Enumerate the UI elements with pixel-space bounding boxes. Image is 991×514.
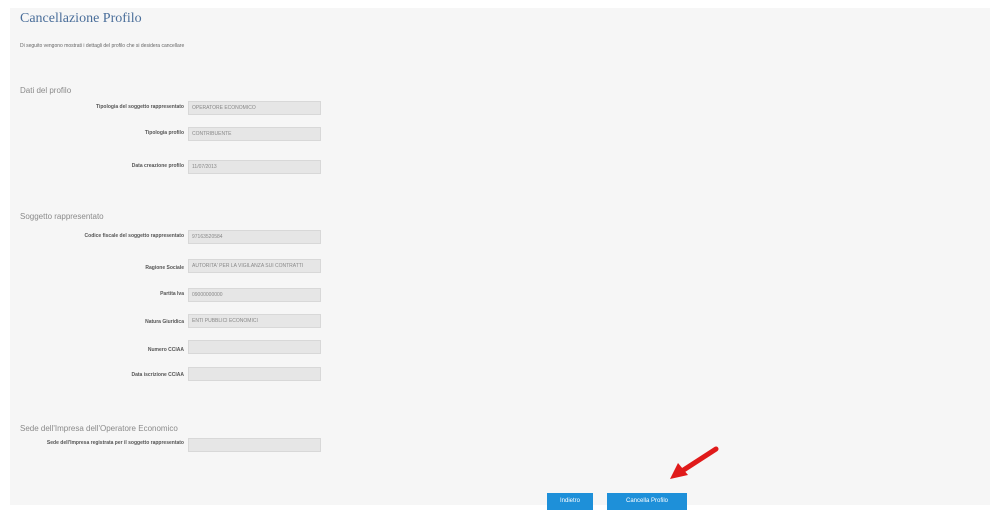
page-title: Cancellazione Profilo xyxy=(20,11,142,26)
field-company-name: AUTORITA' PER LA VIGILANZA SUI CONTRATTI xyxy=(188,259,321,273)
field-subject-type: OPERATORE ECONOMICO xyxy=(188,101,321,115)
field-legal-nature: ENTI PUBBLICI ECONOMICI xyxy=(188,314,321,328)
field-profile-type: CONTRIBUENTE xyxy=(188,127,321,141)
section-title-profile: Dati del profilo xyxy=(20,86,72,95)
label-company-name: Ragione Sociale xyxy=(145,265,184,271)
back-button[interactable]: Indietro xyxy=(547,493,593,510)
field-headquarters xyxy=(188,438,321,452)
field-creation-date: 11/07/2013 xyxy=(188,160,321,174)
field-tax-code: 97163520584 xyxy=(188,230,321,244)
field-cciaa-date xyxy=(188,367,321,381)
red-arrow-icon xyxy=(670,446,719,479)
label-legal-nature: Natura Giuridica xyxy=(145,319,184,325)
section-title-subject: Soggetto rappresentato xyxy=(20,212,104,221)
field-cciaa-number xyxy=(188,340,321,354)
label-tax-code: Codice fiscale del soggetto rappresentat… xyxy=(84,233,184,239)
intro-text: Di seguito vengono mostrati i dettagli d… xyxy=(20,43,185,49)
label-vat-number: Partita Iva xyxy=(160,291,184,297)
section-title-headquarters: Sede dell'Impresa dell'Operatore Economi… xyxy=(20,424,178,433)
label-cciaa-date: Data iscrizione CCIAA xyxy=(131,372,184,378)
label-cciaa-number: Numero CCIAA xyxy=(147,347,184,353)
label-profile-type: Tipologia profilo xyxy=(144,130,184,136)
field-vat-number: 09000000000 xyxy=(188,288,321,302)
delete-profile-button[interactable]: Cancella Profilo xyxy=(607,493,687,510)
label-headquarters: Sede dell'Impresa registrata per il sogg… xyxy=(46,440,184,446)
label-creation-date: Data creazione profilo xyxy=(131,163,184,169)
label-subject-type: Tipologia del soggetto rappresentato xyxy=(96,104,184,110)
